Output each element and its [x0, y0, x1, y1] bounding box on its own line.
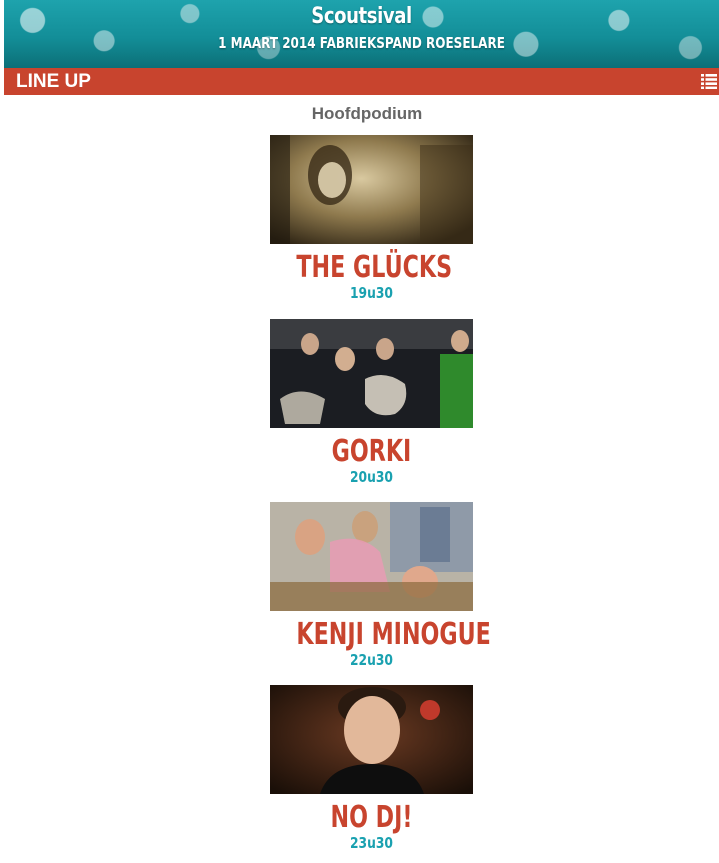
act-name[interactable]: KENJI MINOGUE	[296, 619, 490, 651]
festival-subtitle: 1 MAART 2014 FABRIEKSPAND ROESELARE	[218, 34, 505, 52]
lineup-item: THE GLÜCKS 19u30	[270, 135, 473, 302]
band-photo[interactable]	[270, 502, 473, 611]
list-menu-icon[interactable]	[701, 73, 717, 89]
act-name[interactable]: GORKI	[296, 436, 446, 468]
lineup-item: KENJI MINOGUE 22u30	[270, 502, 491, 669]
act-name[interactable]: THE GLÜCKS	[296, 252, 452, 284]
artist-photo[interactable]	[270, 685, 473, 794]
act-name[interactable]: NO DJ!	[296, 802, 446, 834]
lineup-item: GORKI 20u30	[270, 319, 473, 486]
festival-title: Scoutsival	[311, 4, 412, 29]
act-time: 23u30	[350, 834, 393, 852]
act-time: 20u30	[350, 468, 393, 486]
header-banner: Scoutsival 1 MAART 2014 FABRIEKSPAND ROE…	[4, 0, 719, 68]
band-photo[interactable]	[270, 135, 473, 244]
band-photo[interactable]	[270, 319, 473, 428]
lineup-item: NO DJ! 23u30	[270, 685, 473, 852]
page-title: LINE UP	[16, 71, 91, 92]
act-time: 22u30	[350, 651, 393, 669]
stage-title: Hoofdpodium	[311, 104, 423, 123]
act-time: 19u30	[350, 284, 393, 302]
nav-bar: LINE UP	[4, 68, 719, 95]
